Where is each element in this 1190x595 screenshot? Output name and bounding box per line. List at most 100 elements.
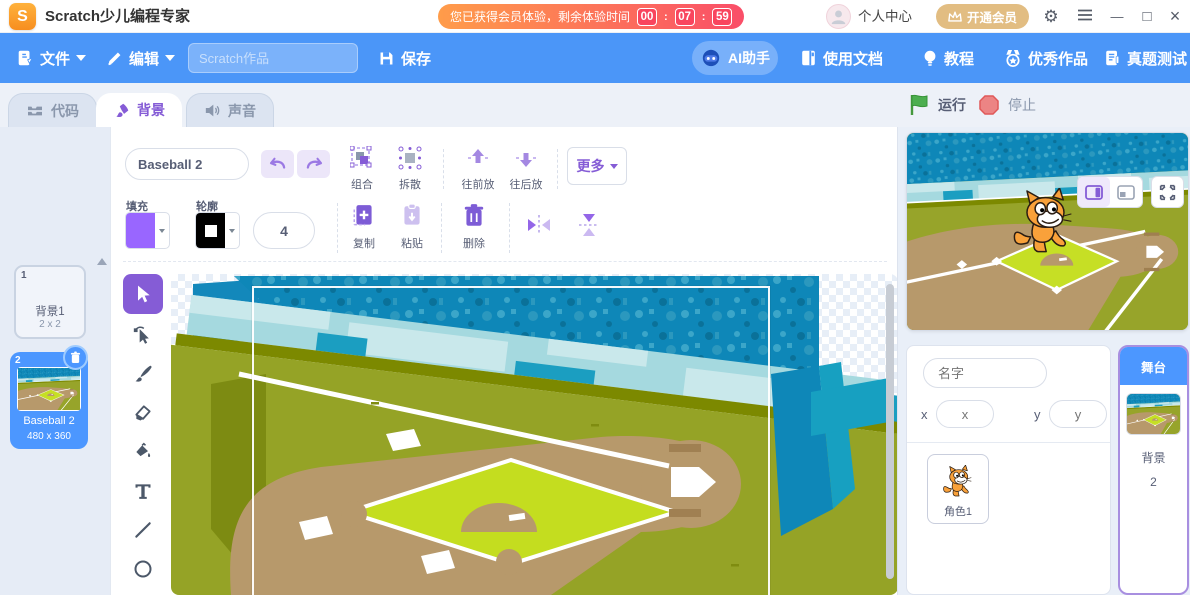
- canvas-scrollbar[interactable]: [886, 284, 894, 579]
- delete-backdrop-button[interactable]: [63, 345, 88, 370]
- hamburger-icon: [1077, 9, 1093, 21]
- paste-button[interactable]: 粘贴: [389, 203, 435, 251]
- flip-vertical-button[interactable]: [573, 210, 605, 242]
- caret-down-icon: [229, 229, 235, 233]
- ungroup-button[interactable]: 拆散: [387, 146, 433, 192]
- open-membership-button[interactable]: 开通会员: [936, 4, 1029, 29]
- trash-icon: [463, 203, 485, 229]
- app-window: S Scratch少儿编程专家 您已获得会员体验，剩余体验时间 00 : 07 …: [0, 0, 1190, 595]
- select-tool[interactable]: [123, 274, 163, 314]
- exam-test-menu[interactable]: 真题测试: [1104, 33, 1187, 83]
- eraser-tool[interactable]: [123, 393, 163, 433]
- trash-icon: [70, 351, 81, 364]
- tab-code[interactable]: 代码: [8, 93, 97, 127]
- stage-preview[interactable]: [906, 132, 1189, 331]
- undo-icon: [269, 157, 287, 171]
- sprite-info-panel: x y 角色1: [906, 345, 1111, 595]
- cat-thumbnail: [940, 465, 976, 501]
- flip-horizontal-button[interactable]: [523, 210, 555, 242]
- outline-inner-square: [205, 225, 217, 237]
- docs-menu[interactable]: 使用文档: [800, 33, 883, 83]
- test-doc-icon: [1104, 49, 1121, 67]
- cat-sprite-image: [1007, 188, 1081, 262]
- bring-forward-button[interactable]: 往前放: [455, 146, 501, 192]
- toolbar-separator: [443, 149, 444, 189]
- stroke-width-input[interactable]: [253, 212, 315, 249]
- flip-vertical-icon: [577, 212, 601, 238]
- project-name-input[interactable]: [188, 43, 358, 73]
- featured-works-menu[interactable]: 优秀作品: [1004, 33, 1088, 83]
- backdrop-thumbnail: [17, 367, 81, 411]
- toolbar-divider: [123, 261, 887, 262]
- undo-button[interactable]: [261, 150, 294, 178]
- person-icon: [830, 8, 847, 25]
- tab-backdrops[interactable]: 背景: [96, 93, 182, 127]
- maximize-button[interactable]: □: [1136, 0, 1158, 33]
- flip-horizontal-icon: [526, 213, 552, 237]
- save-button[interactable]: 保存: [378, 33, 431, 83]
- redo-button[interactable]: [297, 150, 330, 178]
- fullscreen-button[interactable]: [1151, 176, 1184, 208]
- cat-sprite[interactable]: [1007, 188, 1081, 262]
- sprite-name-input[interactable]: [923, 358, 1047, 388]
- close-button[interactable]: ×: [1164, 0, 1186, 33]
- run-button[interactable]: 运行: [908, 83, 966, 127]
- stage-selector-panel[interactable]: 舞台 背景 2: [1118, 345, 1189, 595]
- paint-canvas[interactable]: [171, 274, 898, 595]
- paintbrush-icon: [113, 102, 130, 119]
- app-title: Scratch少儿编程专家: [45, 0, 190, 33]
- tutorials-menu[interactable]: 教程: [922, 33, 974, 83]
- costume-name-input[interactable]: [125, 148, 249, 180]
- backdrop-list-panel: 1 背景1 2 x 2 2 Baseball 2 480 x 360: [0, 127, 110, 595]
- backdrop-artwork: [171, 274, 898, 595]
- layout-split-button[interactable]: [1078, 177, 1110, 207]
- ai-assistant-button[interactable]: AI助手: [692, 41, 778, 75]
- copy-icon: [352, 203, 376, 229]
- outline-color-swatch[interactable]: [195, 212, 240, 249]
- more-dropdown-button[interactable]: 更多: [567, 147, 627, 185]
- file-menu[interactable]: 文件: [16, 33, 86, 83]
- layout-compact-button[interactable]: [1110, 177, 1142, 207]
- reshape-tool[interactable]: [123, 315, 163, 355]
- minimize-button[interactable]: —: [1106, 0, 1128, 33]
- brush-tool[interactable]: [123, 354, 163, 394]
- backdrop-item-1[interactable]: 1 背景1 2 x 2: [14, 265, 86, 339]
- toolbar-separator: [509, 203, 510, 253]
- layout-split-icon: [1085, 185, 1103, 200]
- caret-down-icon: [159, 229, 165, 233]
- text-tool[interactable]: [123, 471, 163, 511]
- title-bar: S Scratch少儿编程专家 您已获得会员体验，剩余体验时间 00 : 07 …: [0, 0, 1190, 33]
- delete-button[interactable]: 删除: [451, 203, 497, 251]
- circle-tool[interactable]: [123, 549, 163, 589]
- pencil-icon: [106, 50, 123, 67]
- edit-menu[interactable]: 编辑: [106, 33, 175, 83]
- menu-hamburger-icon[interactable]: [1074, 0, 1096, 33]
- copy-button[interactable]: 复制: [341, 203, 387, 251]
- fill-color-swatch[interactable]: [125, 212, 170, 249]
- backdrop-name: Baseball 2: [10, 415, 88, 427]
- fill-tool[interactable]: [123, 432, 163, 472]
- code-blocks-icon: [26, 104, 44, 118]
- scroll-up-icon[interactable]: [97, 258, 107, 265]
- sprite-card-selected[interactable]: 角色1: [927, 454, 989, 524]
- settings-gear-icon[interactable]: ⚙: [1040, 0, 1062, 33]
- sprite-name-label: 角色1: [944, 503, 972, 519]
- group-button[interactable]: 组合: [339, 146, 385, 192]
- line-tool[interactable]: [123, 510, 163, 550]
- backdrop-count-value: 2: [1120, 475, 1187, 489]
- profile-center-link[interactable]: 个人中心: [858, 0, 912, 33]
- sprite-y-input[interactable]: [1049, 400, 1107, 428]
- stop-button[interactable]: 停止: [978, 83, 1036, 127]
- menu-bar: 文件 编辑 保存 AI助手: [0, 33, 1190, 83]
- fill-dropdown: [155, 213, 169, 248]
- tab-sounds[interactable]: 声音: [186, 93, 274, 127]
- avatar[interactable]: [826, 4, 851, 29]
- sprite-x-input[interactable]: [936, 400, 994, 428]
- x-label: x: [921, 407, 928, 422]
- send-backward-button[interactable]: 往后放: [503, 146, 549, 192]
- right-column: x y 角色1 舞台 背景 2: [897, 127, 1190, 595]
- lightbulb-icon: [922, 49, 938, 67]
- fill-color-value: [126, 213, 155, 248]
- send-backward-icon: [514, 146, 538, 170]
- banner-text: 您已获得会员体验，剩余体验时间: [450, 8, 630, 25]
